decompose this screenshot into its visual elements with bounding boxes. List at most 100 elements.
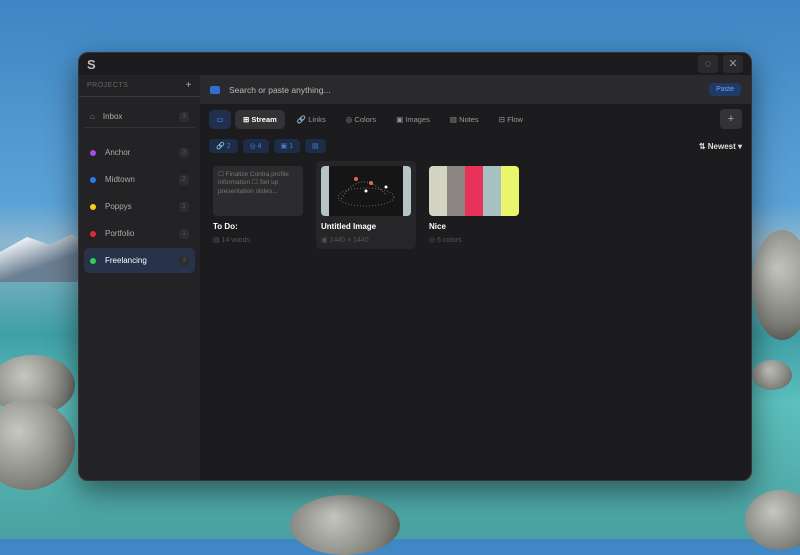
sidebar-item-project[interactable]: Anchor 3 xyxy=(84,140,195,165)
tab-icon: ⊟ xyxy=(498,114,505,124)
sidebar-item-project[interactable]: Poppys 1 xyxy=(84,194,195,219)
tab-links[interactable]: 🔗 Links xyxy=(289,110,334,129)
background-rock xyxy=(745,490,800,550)
color-palette-card[interactable]: Nice ◎ 6 colors xyxy=(424,161,524,249)
inbox-icon: ⌂ xyxy=(90,112,95,121)
filter-icon: ▣ xyxy=(280,143,288,150)
filter-count: 4 xyxy=(257,143,262,150)
tab-label: Stream xyxy=(251,114,277,124)
close-button[interactable]: ✕ xyxy=(723,55,743,73)
add-button[interactable]: + xyxy=(720,109,742,129)
filter-count: 1 xyxy=(289,143,294,150)
filter-chip[interactable]: ▤ xyxy=(305,139,326,153)
project-color-dot xyxy=(90,230,96,237)
tab-flow[interactable]: ⊟ Flow xyxy=(491,110,531,129)
background-mountains xyxy=(0,234,90,282)
tab-bar: ▭ ⊞ Stream 🔗 Links ◎ Colors ▣ Images ▤ Notes… xyxy=(200,104,751,134)
item-count: 3 xyxy=(179,255,189,266)
filter-icon: ◎ xyxy=(249,143,256,150)
sidebar-toggle-icon[interactable]: ▭ xyxy=(209,109,231,129)
filter-chip[interactable]: 🔗 2 xyxy=(209,139,238,153)
tab-icon: ⊞ xyxy=(243,114,250,124)
tab-icon: ▣ xyxy=(396,114,404,124)
background-rock xyxy=(752,360,792,390)
project-color-dot xyxy=(90,176,96,183)
tab-label: Flow xyxy=(507,114,523,124)
image-icon xyxy=(210,85,220,94)
filter-chip[interactable]: ▣ 1 xyxy=(273,139,301,153)
item-count: 1 xyxy=(179,201,189,212)
image-dimensions: 1440 × 1440 xyxy=(329,237,369,244)
tab-label: Images xyxy=(405,114,430,124)
tab-images[interactable]: ▣ Images xyxy=(388,110,438,129)
tab-icon: ▤ xyxy=(449,114,457,124)
card-meta: ▤ 14 words xyxy=(213,237,250,244)
card-title: Nice xyxy=(429,222,446,231)
tab-label: Colors xyxy=(354,114,377,124)
tab-notes[interactable]: ▤ Notes xyxy=(442,110,487,129)
paste-button[interactable]: Paste xyxy=(709,83,741,96)
tab-label: Notes xyxy=(459,114,479,124)
tab-icon: ◎ xyxy=(345,114,353,124)
sort-icon: ⇅ xyxy=(698,141,706,151)
background-rock xyxy=(752,230,800,340)
projects-heading: PROJECTS xyxy=(87,82,129,89)
sort-dropdown[interactable]: ⇅ Newest ▾ xyxy=(699,142,742,151)
color-swatches xyxy=(429,166,519,216)
color-swatch xyxy=(429,166,447,216)
app-logo: S xyxy=(87,57,96,72)
item-count: 2 xyxy=(179,174,189,185)
project-color-dot xyxy=(90,149,96,156)
note-card[interactable]: ☐ Finalize Contra profile information ☐ … xyxy=(208,161,308,249)
app-window: S ◌ ✕ PROJECTS + ⌂ Inbox 3 Anchor 3 Midtown… xyxy=(78,52,752,481)
sidebar-item-project[interactable]: Freelancing 3 xyxy=(84,248,195,273)
card-grid: ☐ Finalize Contra profile information ☐ … xyxy=(200,158,751,252)
filter-icon: ▤ xyxy=(312,143,319,150)
sort-label: Newest ▾ xyxy=(707,141,742,151)
image-preview-graphic xyxy=(337,177,395,207)
sidebar-item-label: Portfolio xyxy=(105,229,135,238)
sidebar-item-label: Midtown xyxy=(105,175,135,184)
sidebar-item-project[interactable]: Portfolio 1 xyxy=(84,221,195,246)
color-swatch xyxy=(447,166,465,216)
color-swatch xyxy=(483,166,501,216)
sidebar-item-project[interactable]: Midtown 2 xyxy=(84,167,195,192)
item-count: 3 xyxy=(179,111,189,122)
color-swatch xyxy=(465,166,483,216)
card-meta: ◎ 6 colors xyxy=(429,237,462,244)
sidebar-item-label: Inbox xyxy=(102,112,123,121)
word-count: 14 words xyxy=(221,237,250,244)
tab-colors[interactable]: ◎ Colors xyxy=(338,110,384,129)
project-color-dot xyxy=(90,257,96,264)
background-rock xyxy=(0,400,75,490)
item-count: 1 xyxy=(179,228,189,239)
color-count: 6 colors xyxy=(437,237,462,244)
tab-stream[interactable]: ⊞ Stream xyxy=(235,109,285,129)
card-meta: ▣ 1440 × 1440 xyxy=(321,237,369,244)
item-count: 3 xyxy=(179,147,189,158)
pin-button[interactable]: ◌ xyxy=(698,55,718,73)
background-rock xyxy=(290,495,400,555)
tab-label: Links xyxy=(308,114,326,124)
color-swatch xyxy=(501,166,519,216)
tab-icon: 🔗 xyxy=(296,114,307,124)
note-preview: ☐ Finalize Contra profile information ☐ … xyxy=(213,166,303,216)
titlebar: S ◌ ✕ xyxy=(79,53,751,75)
sidebar: PROJECTS + ⌂ Inbox 3 Anchor 3 Midtown 2 Poppy… xyxy=(79,75,200,480)
search-input[interactable]: Search or paste anything... xyxy=(229,85,331,95)
add-project-button[interactable]: + xyxy=(186,80,192,91)
project-color-dot xyxy=(90,203,96,210)
sidebar-item-label: Poppys xyxy=(105,202,132,211)
main-panel: Search or paste anything... Paste ▭ ⊞ St… xyxy=(200,75,751,480)
sidebar-item-label: Freelancing xyxy=(105,256,147,265)
search-bar[interactable]: Search or paste anything... Paste xyxy=(200,75,751,104)
filter-count: 2 xyxy=(226,143,231,150)
sidebar-item-inbox[interactable]: ⌂ Inbox 3 xyxy=(84,106,195,128)
filter-bar: 🔗 2 ◎ 4 ▣ 1 ▤ ⇅ Newest ▾ xyxy=(200,134,751,158)
sidebar-item-label: Anchor xyxy=(105,148,131,157)
filter-icon: 🔗 xyxy=(216,143,225,150)
image-thumbnail xyxy=(321,166,411,216)
filter-chip[interactable]: ◎ 4 xyxy=(242,139,269,153)
image-card[interactable]: Untitled Image ▣ 1440 × 1440 xyxy=(316,161,416,249)
card-title: To Do: xyxy=(213,222,238,231)
